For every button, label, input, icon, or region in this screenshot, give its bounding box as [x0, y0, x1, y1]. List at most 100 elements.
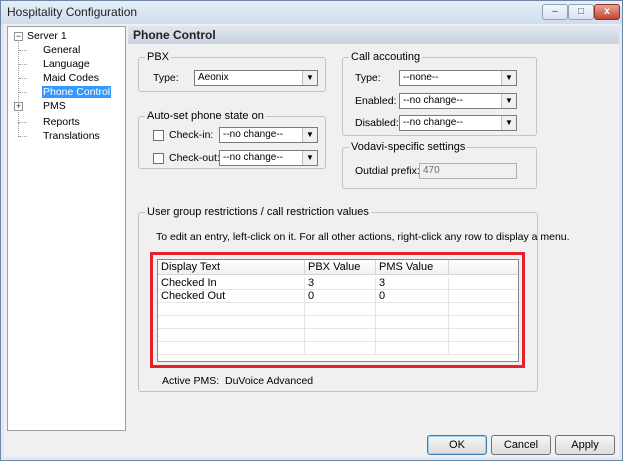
main-window: Hospitality Configuration – □ x − Server…	[0, 0, 623, 461]
expand-icon[interactable]: +	[14, 102, 23, 111]
empty-row	[158, 303, 518, 316]
chevron-down-icon: ▼	[501, 94, 516, 108]
tree-line	[19, 92, 27, 93]
tree-item-label: Reports	[43, 116, 80, 128]
checkin-select[interactable]: --no change-- ▼	[219, 127, 318, 143]
ca-enabled-value: --no change--	[403, 95, 464, 106]
column-header-display-text[interactable]: Display Text	[158, 260, 305, 275]
chevron-down-icon: ▼	[501, 116, 516, 130]
cancel-button[interactable]: Cancel	[491, 435, 551, 455]
cell-display-text[interactable]: Checked Out	[158, 290, 305, 303]
outdial-value: 470	[423, 165, 440, 176]
tree-item-label: Server 1	[27, 30, 67, 42]
call-accounting-legend: Call accouting	[349, 51, 423, 63]
ca-disabled-label: Disabled:	[355, 117, 399, 129]
cell-pbx-value[interactable]: 0	[305, 290, 376, 303]
checkin-value: --no change--	[223, 129, 284, 140]
phone-control-panel: Phone Control PBX Type: Aeonix ▼ Auto-se…	[128, 26, 619, 431]
tree-item-language[interactable]: Language	[43, 58, 90, 70]
table-row[interactable]: Checked Out 0 0	[158, 290, 518, 303]
pbx-type-select[interactable]: Aeonix ▼	[194, 70, 318, 86]
grid-header: Display Text PBX Value PMS Value	[158, 260, 518, 275]
checkin-checkbox[interactable]	[153, 130, 164, 141]
apply-button[interactable]: Apply	[555, 435, 615, 455]
cell-display-text[interactable]: Checked In	[158, 277, 305, 290]
tree-line	[19, 136, 27, 137]
autoset-group: Auto-set phone state on Check-in: --no c…	[138, 110, 326, 169]
ca-enabled-label: Enabled:	[355, 95, 397, 107]
title-bar[interactable]: Hospitality Configuration – □ x	[1, 1, 622, 24]
ca-type-value: --none--	[403, 72, 439, 83]
tree-item-label: Language	[43, 58, 90, 70]
chevron-down-icon: ▼	[501, 71, 516, 85]
tree-item-phone-control[interactable]: Phone Control	[42, 86, 112, 98]
active-pms-label: Active PMS:	[162, 375, 220, 387]
tree-line	[19, 64, 27, 65]
panel-header: Phone Control	[128, 26, 619, 44]
panel-title: Phone Control	[133, 28, 216, 42]
cell-pms-value[interactable]: 3	[376, 277, 449, 290]
ca-enabled-select[interactable]: --no change-- ▼	[399, 93, 517, 109]
checkout-label: Check-out:	[169, 152, 220, 164]
cell-pms-value[interactable]: 0	[376, 290, 449, 303]
checkout-select[interactable]: --no change-- ▼	[219, 150, 318, 166]
ca-type-label: Type:	[355, 72, 381, 84]
tree-item-label: PMS	[43, 100, 66, 112]
highlight-box: Display Text PBX Value PMS Value Checked…	[150, 252, 525, 368]
empty-row	[158, 316, 518, 329]
window-title: Hospitality Configuration	[7, 5, 138, 19]
tree-line	[19, 50, 27, 51]
active-pms-value: DuVoice Advanced	[225, 375, 314, 387]
ok-button[interactable]: OK	[427, 435, 487, 455]
maximize-button[interactable]: □	[568, 4, 594, 20]
tree-item-maid-codes[interactable]: Maid Codes	[43, 72, 99, 84]
tree-item-general[interactable]: General	[43, 44, 80, 56]
empty-row	[158, 342, 518, 355]
tree-item-label: Translations	[43, 130, 100, 142]
tree-item-label: Maid Codes	[43, 72, 100, 84]
chevron-down-icon: ▼	[302, 151, 317, 165]
restrictions-grid[interactable]: Display Text PBX Value PMS Value Checked…	[157, 259, 519, 362]
checkout-value: --no change--	[223, 152, 284, 163]
pbx-group: PBX Type: Aeonix ▼	[138, 51, 326, 92]
vodavi-legend: Vodavi-specific settings	[349, 141, 468, 153]
cell-pbx-value[interactable]: 3	[305, 277, 376, 290]
empty-cell	[376, 303, 449, 316]
restrictions-hint: To edit an entry, left-click on it. For …	[156, 231, 570, 243]
column-header-pbx-value[interactable]: PBX Value	[305, 260, 376, 275]
tree-item-reports[interactable]: Reports	[43, 116, 80, 128]
empty-cell	[158, 316, 305, 329]
tree-item-label: Phone Control	[42, 86, 112, 98]
autoset-legend: Auto-set phone state on	[145, 110, 266, 122]
chevron-down-icon: ▼	[302, 128, 317, 142]
ca-disabled-value: --no change--	[403, 117, 464, 128]
client-area: − Server 1 General Language Maid Codes P…	[4, 24, 619, 457]
column-header-pms-value[interactable]: PMS Value	[376, 260, 449, 275]
tree-line	[18, 123, 19, 137]
checkin-label: Check-in:	[169, 129, 214, 141]
outdial-label: Outdial prefix:	[355, 165, 420, 177]
empty-cell	[305, 303, 376, 316]
empty-cell	[305, 342, 376, 355]
tree-item-label: General	[43, 44, 81, 56]
checkout-checkbox[interactable]	[153, 153, 164, 164]
empty-row	[158, 329, 518, 342]
empty-cell	[376, 329, 449, 342]
ca-type-select[interactable]: --none-- ▼	[399, 70, 517, 86]
tree-item-translations[interactable]: Translations	[43, 130, 100, 142]
pbx-type-label: Type:	[153, 72, 179, 84]
tree-item-server[interactable]: Server 1	[27, 30, 67, 42]
minimize-button[interactable]: –	[542, 4, 568, 20]
settings-tree[interactable]: − Server 1 General Language Maid Codes P…	[7, 26, 126, 431]
tree-item-pms[interactable]: PMS	[43, 100, 66, 112]
close-button[interactable]: x	[594, 4, 620, 20]
restrictions-legend: User group restrictions / call restricti…	[145, 206, 371, 218]
ca-disabled-select[interactable]: --no change-- ▼	[399, 115, 517, 131]
empty-cell	[305, 329, 376, 342]
tree-line	[19, 78, 27, 79]
outdial-field[interactable]: 470	[419, 163, 517, 179]
empty-cell	[158, 303, 305, 316]
table-row[interactable]: Checked In 3 3	[158, 277, 518, 290]
vodavi-group: Vodavi-specific settings Outdial prefix:…	[342, 141, 537, 189]
collapse-icon[interactable]: −	[14, 32, 23, 41]
